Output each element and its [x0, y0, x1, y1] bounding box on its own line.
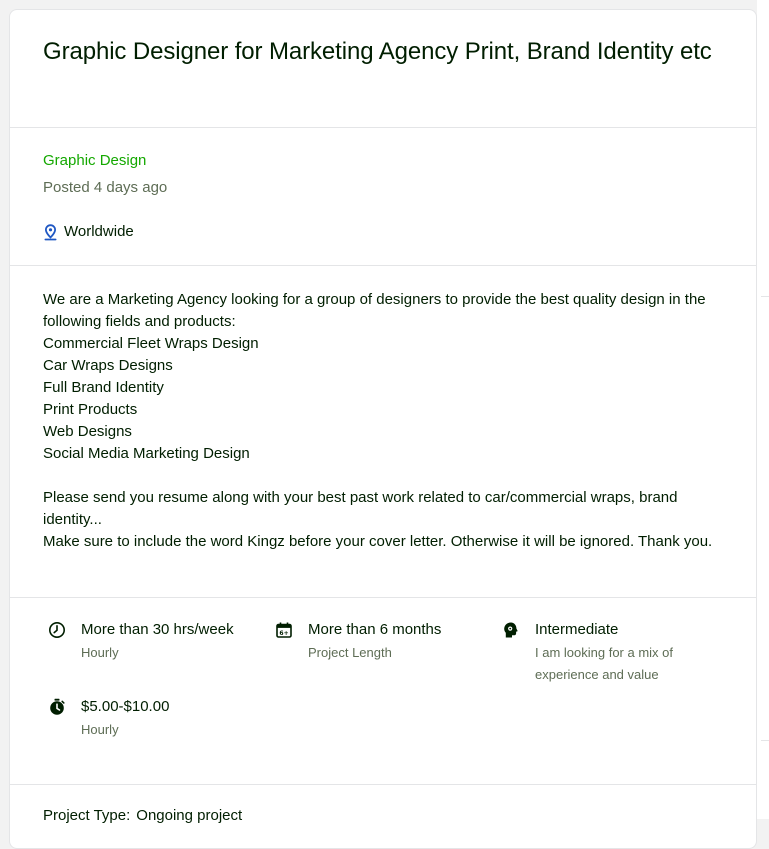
section-divider	[10, 784, 756, 785]
feature-length: 6+ More than 6 months Project Length	[275, 620, 441, 664]
level-label: I am looking for a mix of experience and…	[535, 645, 673, 682]
posted-date: Posted 4 days ago	[43, 179, 168, 196]
feature-rate: $5.00-$10.00 Hourly	[48, 697, 169, 741]
project-type-value: Ongoing project	[136, 807, 243, 824]
project-type-label: Project Type:	[43, 807, 131, 824]
project-type: Project Type: Ongoing project	[10, 806, 756, 826]
location-text: Worldwide	[64, 223, 134, 240]
clock-icon	[49, 622, 65, 638]
job-details-card: Graphic Designer for Marketing Agency Pr…	[9, 9, 757, 849]
job-description: We are a Marketing Agency looking for a …	[43, 291, 713, 550]
length-label: Project Length	[308, 645, 392, 660]
hours-label: Hourly	[81, 645, 119, 660]
brain-icon	[504, 622, 518, 638]
right-panel-divider	[761, 740, 769, 741]
rate-label: Hourly	[81, 722, 119, 737]
rate-value: $5.00-$10.00	[81, 698, 170, 715]
level-value: Intermediate	[535, 621, 619, 638]
job-location: Worldwide	[10, 222, 756, 242]
hours-value: More than 30 hrs/week	[81, 621, 234, 638]
svg-text:6+: 6+	[279, 630, 288, 637]
job-category-link[interactable]: Graphic Design	[10, 151, 756, 171]
feature-hours: More than 30 hrs/week Hourly	[48, 620, 234, 664]
section-divider	[10, 265, 756, 266]
right-panel-edge	[757, 0, 769, 819]
section-divider	[10, 597, 756, 598]
location-pin-icon	[44, 223, 57, 240]
right-panel-divider	[761, 296, 769, 297]
feature-level: Intermediate I am looking for a mix of e…	[502, 620, 695, 686]
stopwatch-icon	[50, 698, 65, 715]
length-value: More than 6 months	[308, 621, 442, 638]
job-title: Graphic Designer for Marketing Agency Pr…	[43, 38, 712, 65]
calendar-icon: 6+	[276, 622, 292, 638]
section-divider	[10, 127, 756, 128]
